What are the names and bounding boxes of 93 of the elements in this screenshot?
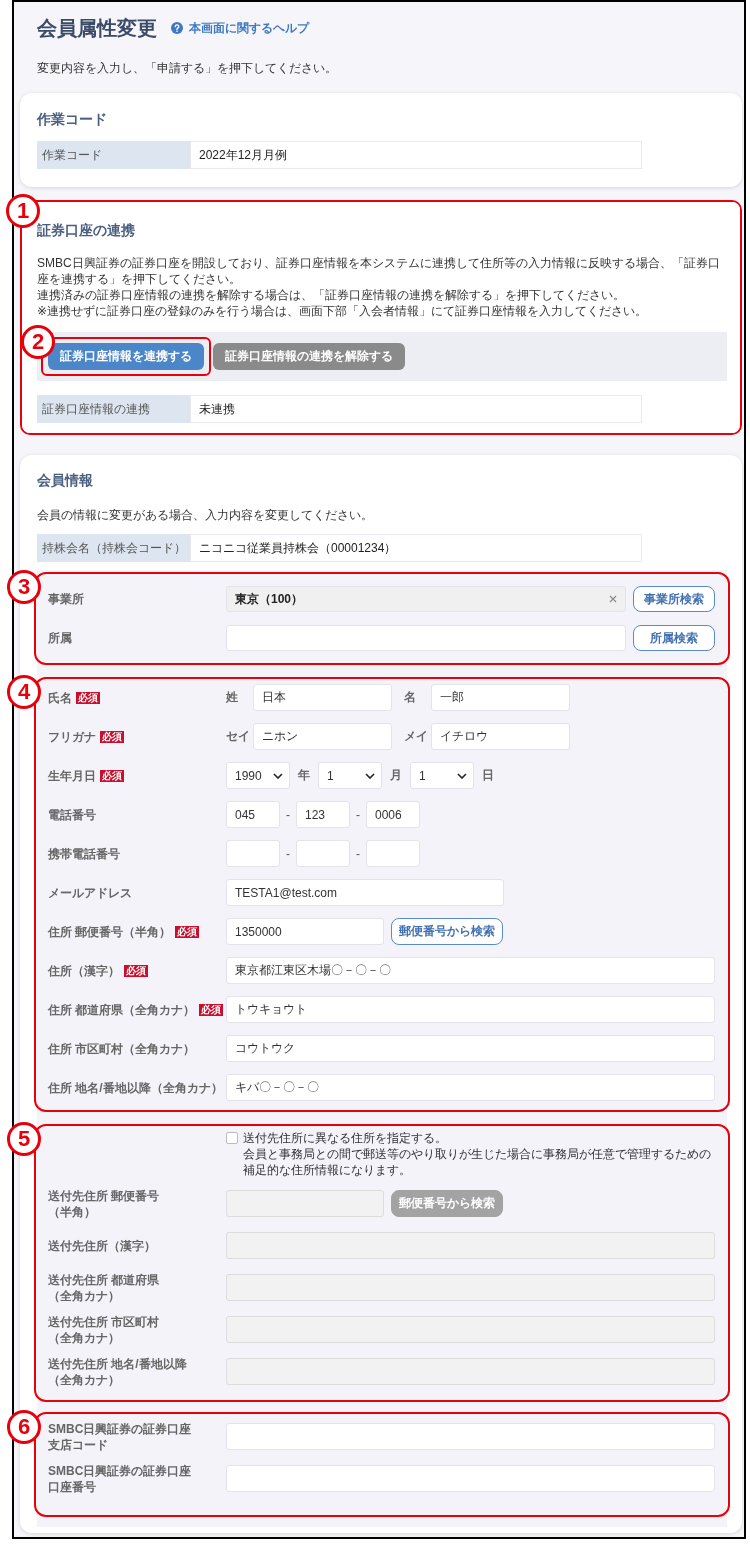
text-field[interactable]: TESTA1@test.com — [226, 879, 504, 906]
section-title: 作業コード — [37, 110, 108, 129]
field-label: 携帯電話番号 — [48, 845, 120, 862]
field-label: 生年月日 — [48, 767, 96, 784]
field-label: 送付先住所（漢字） — [48, 1237, 156, 1254]
field-label: 住所 都道府県（全角カナ） — [48, 1001, 196, 1018]
field-label: SMBC日興証券の証券口座支店コード — [48, 1420, 193, 1453]
field-label: 送付先住所 郵便番号（半角） — [48, 1187, 161, 1220]
field-label: 住所 地名/番地以降（全角カナ） — [48, 1079, 223, 1096]
search-button[interactable]: 郵便番号から検索 — [391, 918, 503, 945]
chevron-down-icon — [457, 772, 467, 779]
text-field[interactable] — [296, 840, 350, 867]
field-label: 住所 郵便番号（半角） — [48, 923, 172, 940]
unit-label: 月 — [390, 767, 403, 784]
field-label: 送付先住所 市区町村（全角カナ） — [48, 1313, 161, 1346]
required-badge: 必須 — [76, 691, 100, 704]
clear-icon[interactable] — [609, 595, 617, 603]
text-field[interactable]: 1350000 — [226, 918, 384, 945]
description-text: SMBC日興証券の証券口座を開設しており、証券口座情報を本システムに連携して住所等の入力情報に反映する場合、「証券口座を連携する」を押下してください。 — [37, 255, 721, 287]
callout-number: 6 — [7, 1410, 41, 1444]
callout-number: 5 — [7, 1122, 41, 1156]
text-field[interactable]: コウトウク — [226, 1035, 715, 1062]
text-field[interactable] — [366, 840, 420, 867]
section-title: 証券口座の連携 — [37, 221, 136, 240]
required-badge: 必須 — [199, 1003, 224, 1016]
field-label: 住所（漢字） — [48, 962, 120, 979]
field-prefix: 名 — [404, 689, 417, 706]
text-field[interactable]: 一郎 — [431, 684, 570, 711]
text-field[interactable] — [226, 1423, 715, 1450]
field-prefix: 姓 — [226, 689, 239, 706]
dash-separator: - — [285, 807, 291, 822]
description-text: ※連携せずに証券口座の登録のみを行う場合は、画面下部「入会者情報」にて証券口座情報を入力してください。 — [37, 303, 649, 319]
checkbox-label: 送付先住所に異なる住所を指定する。 — [243, 1130, 448, 1146]
field-label: SMBC日興証券の証券口座口座番号 — [48, 1462, 193, 1495]
unit-label: 日 — [482, 767, 495, 784]
text-field[interactable]: 045 — [226, 801, 280, 828]
select-field[interactable]: 1990 — [226, 762, 290, 789]
field-label: 氏名 — [48, 689, 72, 706]
field-label: フリガナ — [48, 728, 96, 745]
select-field[interactable]: 1 — [318, 762, 382, 789]
field-label: メールアドレス — [48, 884, 132, 901]
text-field[interactable]: 東京（100） — [226, 586, 626, 612]
callout-number: 3 — [7, 570, 41, 604]
help-icon — [171, 22, 183, 34]
required-badge: 必須 — [100, 769, 124, 782]
field-label: 事業所 — [48, 591, 84, 607]
text-field[interactable]: 東京都江東区木場〇－〇－〇 — [226, 957, 715, 984]
table-header-cell: 持株会名（持株会コード） — [37, 534, 190, 562]
field-label: 電話番号 — [48, 806, 96, 823]
primary-button[interactable]: 証券口座情報を連携する — [48, 343, 204, 370]
field-label: 送付先住所 地名/番地以降（全角カナ） — [48, 1355, 188, 1388]
dash-separator: - — [285, 846, 291, 861]
field-prefix: メイ — [404, 728, 429, 745]
page-title: 会員属性変更 — [37, 16, 157, 41]
text-field[interactable] — [226, 840, 280, 867]
unit-label: 年 — [298, 767, 311, 784]
required-badge: 必須 — [100, 730, 124, 743]
table-header-cell: 作業コード — [37, 141, 190, 169]
field-label: 送付先住所 都道府県（全角カナ） — [48, 1271, 161, 1304]
field-label: 住所 市区町村（全角カナ） — [48, 1040, 196, 1057]
note-text: 会員と事務局との間で郵送等のやり取りが生じた場合に事務局が任意で管理するための補足的な住所情報になります。 — [243, 1146, 712, 1178]
search-button[interactable]: 事業所検索 — [633, 586, 715, 612]
select-field[interactable]: 1 — [410, 762, 474, 789]
required-badge: 必須 — [175, 925, 200, 938]
table-cell: 2022年12月月例 — [190, 141, 642, 169]
instruction-text: 変更内容を入力し、「申請する」を押下してください。 — [37, 60, 338, 76]
field-label: 所属 — [48, 630, 72, 646]
callout-number: 4 — [7, 675, 41, 709]
required-badge: 必須 — [124, 964, 148, 977]
chevron-down-icon — [365, 772, 375, 779]
text-field[interactable]: 0006 — [366, 801, 420, 828]
chevron-down-icon — [273, 772, 283, 779]
text-field[interactable]: 日本 — [253, 684, 392, 711]
field-prefix: セイ — [226, 728, 251, 745]
callout-number: 2 — [21, 325, 55, 359]
table-cell: ニコニコ従業員持株会（00001234） — [190, 534, 642, 562]
description-text: 連携済みの証券口座情報の連携を解除する場合は、「証券口座情報の連携を解除する」を押下してください。 — [37, 287, 626, 303]
dash-separator: - — [355, 807, 361, 822]
checkbox[interactable] — [226, 1132, 238, 1144]
text-field[interactable] — [226, 625, 626, 651]
search-button[interactable]: 所属検索 — [633, 625, 715, 651]
dash-separator: - — [355, 846, 361, 861]
section-title: 会員情報 — [37, 471, 94, 490]
text-field[interactable]: トウキョウト — [226, 996, 715, 1023]
text-field[interactable]: 123 — [296, 801, 350, 828]
table-cell: 未連携 — [190, 395, 642, 423]
help-link[interactable]: 本画面に関するヘルプ — [171, 19, 309, 37]
text-field[interactable]: イチロウ — [431, 723, 570, 750]
table-header-cell: 証券口座情報の連携 — [37, 395, 190, 423]
text-field[interactable] — [226, 1465, 715, 1492]
instruction-text: 会員の情報に変更がある場合、入力内容を変更してください。 — [37, 507, 374, 523]
text-field[interactable]: ニホン — [253, 723, 392, 750]
text-field[interactable]: キバ〇－〇－〇 — [226, 1074, 715, 1101]
